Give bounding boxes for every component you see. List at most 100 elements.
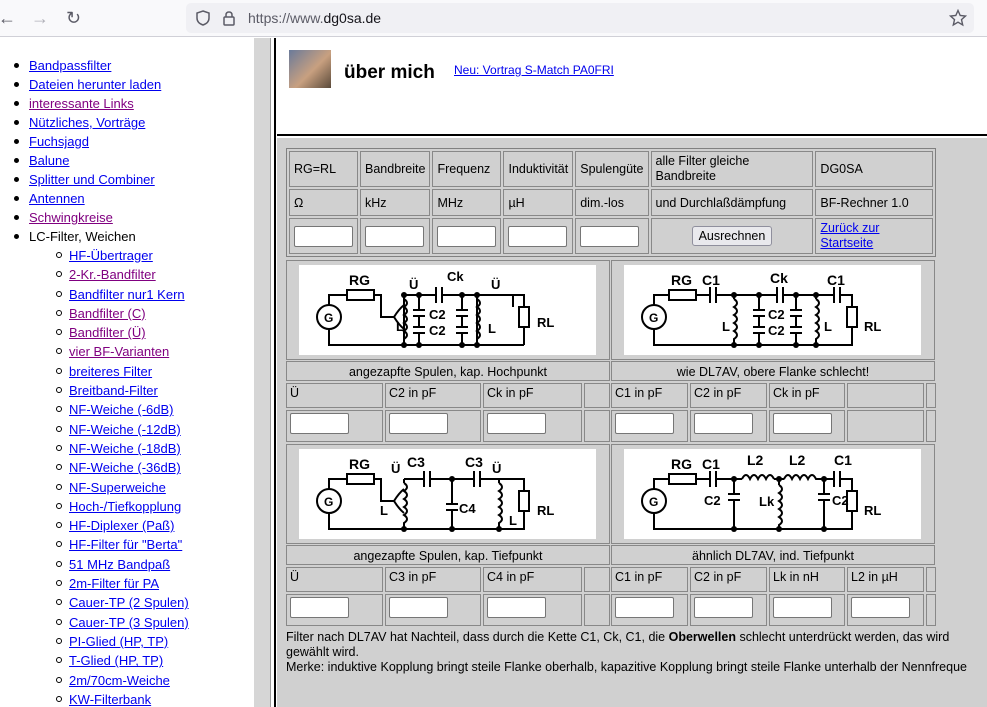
subnav-item: HF-Übertrager — [0, 246, 254, 265]
nav-item: Splitter und Combiner — [0, 170, 254, 189]
subnav-item: Hoch-/Tiefkopplung — [0, 497, 254, 516]
subnav-link[interactable]: 2m/70cm-Weiche — [69, 673, 170, 688]
subnav-link[interactable]: Bandfilter (C) — [69, 306, 146, 321]
circuit-panel-3: G RG Ü C3 C3 Ü L C4 L RL — [286, 444, 610, 544]
browser-toolbar: ← → ↻ https://www.dg0sa.de — [0, 0, 987, 37]
nav-link[interactable]: Nützliches, Vorträge — [29, 115, 145, 130]
label-c1: C1 — [827, 272, 845, 288]
shield-icon[interactable] — [195, 10, 211, 26]
label-rg: RG — [349, 456, 370, 472]
c2-input-2[interactable] — [694, 413, 753, 434]
calculate-button[interactable]: Ausrechnen — [691, 226, 773, 246]
subnav-link[interactable]: NF-Superweiche — [69, 480, 166, 495]
address-bar[interactable]: https://www.dg0sa.de — [186, 3, 974, 33]
empty-cell — [847, 383, 924, 408]
subnav-link[interactable]: T-Glied (HP, TP) — [69, 653, 163, 668]
subnav-link[interactable]: Cauer-TP (3 Spulen) — [69, 615, 189, 630]
u-input-1[interactable] — [290, 413, 349, 434]
empty-cell — [926, 410, 936, 442]
subnav-link[interactable]: vier BF-Varianten — [69, 344, 169, 359]
quality-input[interactable] — [580, 225, 640, 247]
url-text[interactable]: https://www.dg0sa.de — [248, 10, 381, 26]
field-label: Ü — [286, 383, 383, 408]
subnav-link[interactable]: Bandfilter (Ü) — [69, 325, 146, 340]
frame-divider[interactable] — [270, 38, 276, 707]
caption-1: angezapfte Spulen, kap. Hochpunkt — [286, 361, 610, 381]
empty-cell — [584, 383, 610, 408]
input-cell — [385, 410, 481, 442]
c4-input-3[interactable] — [487, 597, 546, 618]
label-lk: Lk — [759, 494, 775, 509]
nav-link[interactable]: Schwingkreise — [29, 210, 113, 225]
field-label: Ck in pF — [769, 383, 845, 408]
subnav-link[interactable]: HF-Übertrager — [69, 248, 153, 263]
subnav-link[interactable]: NF-Weiche (-36dB) — [69, 460, 181, 475]
back-icon[interactable]: ← — [0, 8, 16, 28]
inductance-input[interactable] — [508, 225, 568, 247]
ck-input-2[interactable] — [773, 413, 832, 434]
subnav-item: Bandfilter nur1 Kern — [0, 285, 254, 304]
nav-link[interactable]: Bandpassfilter — [29, 58, 111, 73]
subnav-link[interactable]: NF-Weiche (-6dB) — [69, 402, 174, 417]
label-l: L — [824, 319, 832, 334]
input-cell — [385, 594, 481, 626]
bandwidth-input[interactable] — [365, 225, 424, 247]
subnav-link[interactable]: 2-Kr.-Bandfilter — [69, 267, 156, 282]
nav-link[interactable]: Balune — [29, 153, 69, 168]
ck-input-1[interactable] — [487, 413, 546, 434]
subnav-link[interactable]: NF-Weiche (-12dB) — [69, 422, 181, 437]
unit-cell: MHz — [432, 189, 502, 216]
unit-cell: kHz — [360, 189, 431, 216]
bookmark-star-icon[interactable] — [949, 9, 967, 27]
subnav-link[interactable]: PI-Glied (HP, TP) — [69, 634, 168, 649]
empty-cell — [926, 383, 936, 408]
subnav-link[interactable]: HF-Diplexer (Paß) — [69, 518, 174, 533]
subnav-link[interactable]: 2m-Filter für PA — [69, 576, 159, 591]
c2-input-4[interactable] — [694, 597, 753, 618]
c3-input-3[interactable] — [389, 597, 448, 618]
subnav-item: PI-Glied (HP, TP) — [0, 632, 254, 651]
subnav-link[interactable]: NF-Weiche (-18dB) — [69, 441, 181, 456]
empty-cell — [584, 567, 610, 592]
scrollbar[interactable] — [254, 38, 270, 707]
subnav-link[interactable]: Bandfilter nur1 Kern — [69, 287, 185, 302]
label-c1: C1 — [834, 452, 852, 468]
input-cell — [286, 410, 383, 442]
l2-input-4[interactable] — [851, 597, 910, 618]
label-c3: C3 — [407, 454, 425, 470]
lock-icon[interactable] — [222, 10, 236, 26]
subnav-link[interactable]: Breitband-Filter — [69, 383, 158, 398]
nav-item: Fuchsjagd — [0, 132, 254, 151]
c1-input-2[interactable] — [615, 413, 674, 434]
header-cell: DG0SA — [815, 151, 933, 187]
header-cell: alle Filter gleiche Bandbreite — [650, 151, 814, 187]
new-talk-link[interactable]: Neu: Vortrag S-Match PA0FRI — [454, 63, 614, 77]
back-to-start-link[interactable]: Zurück zur Startseite — [820, 221, 879, 250]
forward-icon[interactable]: → — [31, 8, 49, 28]
c1-input-4[interactable] — [615, 597, 674, 618]
subnav-link[interactable]: 51 MHz Bandpaß — [69, 557, 170, 572]
subnav-link[interactable]: breiteres Filter — [69, 364, 152, 379]
nav-item: Antennen — [0, 189, 254, 208]
reload-icon[interactable]: ↻ — [66, 8, 81, 28]
lk-input-4[interactable] — [773, 597, 832, 618]
subnav-link[interactable]: Hoch-/Tiefkopplung — [69, 499, 181, 514]
subnav-link[interactable]: Cauer-TP (2 Spulen) — [69, 595, 189, 610]
u-input-3[interactable] — [290, 597, 349, 618]
nav-link[interactable]: interessante Links — [29, 96, 134, 111]
header-cell: RG=RL — [289, 151, 358, 187]
field-label: C1 in pF — [611, 567, 688, 592]
subnav-link[interactable]: KW-Filterbank — [69, 692, 151, 707]
nav-item: Dateien herunter laden — [0, 75, 254, 94]
frequency-input[interactable] — [437, 225, 497, 247]
nav-link[interactable]: Splitter und Combiner — [29, 172, 155, 187]
c2-input-1[interactable] — [389, 413, 448, 434]
nav-link[interactable]: Dateien herunter laden — [29, 77, 161, 92]
nav-sublist: HF-Übertrager 2-Kr.-Bandfilter Bandfilter … — [0, 246, 254, 707]
unit-cell: BF-Rechner 1.0 — [815, 189, 933, 216]
header-frame: über mich Neu: Vortrag S-Match PA0FRI — [277, 38, 987, 136]
subnav-link[interactable]: HF-Filter für "Berta" — [69, 537, 182, 552]
nav-link[interactable]: Fuchsjagd — [29, 134, 89, 149]
rg-rl-input[interactable] — [294, 225, 353, 247]
nav-link[interactable]: Antennen — [29, 191, 85, 206]
